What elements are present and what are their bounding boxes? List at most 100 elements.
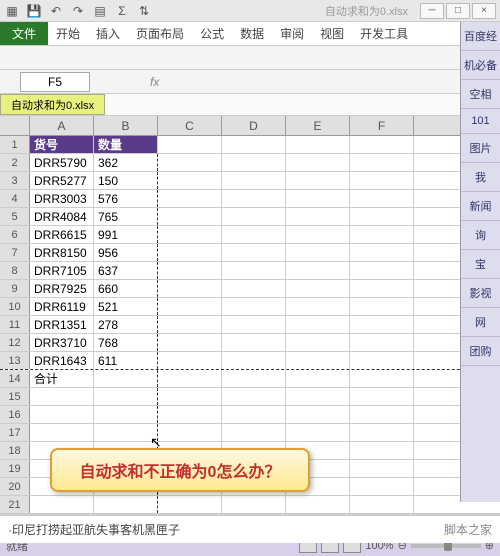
cell[interactable] [222,334,286,351]
cell[interactable]: 150 [94,172,158,189]
cell[interactable] [286,190,350,207]
cell[interactable] [158,136,222,153]
row-header[interactable]: 19 [0,460,30,477]
save-icon[interactable]: 💾 [26,3,42,19]
row-header[interactable]: 12 [0,334,30,351]
table-row[interactable]: 21 [0,496,500,514]
cell[interactable] [30,406,94,423]
sidebar-item[interactable]: 询 [461,221,500,250]
cell[interactable] [94,424,158,441]
row-header[interactable]: 17 [0,424,30,441]
document-tab[interactable]: 自动求和为0.xlsx [0,94,105,115]
maximize-button[interactable]: □ [446,3,470,19]
table-row[interactable]: 6DRR6615991 [0,226,500,244]
cell[interactable] [350,226,414,243]
cell[interactable]: DRR5790 [30,154,94,171]
table-row[interactable]: 17 [0,424,500,442]
sum-icon[interactable]: Σ [114,3,130,19]
cell[interactable] [286,370,350,387]
row-header[interactable]: 11 [0,316,30,333]
cell[interactable] [350,172,414,189]
cell[interactable] [350,424,414,441]
cell[interactable] [222,424,286,441]
sidebar-item[interactable]: 空相 [461,80,500,109]
cell[interactable] [350,190,414,207]
cell[interactable] [286,496,350,513]
cell[interactable] [158,298,222,315]
table-row[interactable]: 2DRR5790362 [0,154,500,172]
table-row[interactable]: 11DRR1351278 [0,316,500,334]
cell[interactable] [222,316,286,333]
cell[interactable] [350,244,414,261]
cell[interactable] [286,154,350,171]
cell[interactable] [350,460,414,477]
sidebar-item[interactable]: 百度经 [461,22,500,51]
cell[interactable]: DRR1351 [30,316,94,333]
table-row[interactable]: 8DRR7105637 [0,262,500,280]
col-d[interactable]: D [222,116,286,135]
cell[interactable]: 956 [94,244,158,261]
cell[interactable] [286,280,350,297]
cell[interactable] [30,424,94,441]
row-header[interactable]: 1 [0,136,30,153]
sidebar-item[interactable]: 影视 [461,279,500,308]
cell[interactable] [350,280,414,297]
cell[interactable] [158,154,222,171]
cell[interactable] [286,406,350,423]
cell[interactable] [158,424,222,441]
tab-formulas[interactable]: 公式 [192,22,232,45]
cell[interactable] [158,280,222,297]
cell[interactable] [286,334,350,351]
cell[interactable] [158,388,222,405]
tab-review[interactable]: 审阅 [272,22,312,45]
cell[interactable] [222,244,286,261]
cell[interactable] [286,298,350,315]
table-row[interactable]: 7DRR8150956 [0,244,500,262]
undo-icon[interactable]: ↶ [48,3,64,19]
table-row[interactable]: 16 [0,406,500,424]
cell[interactable] [222,298,286,315]
cell[interactable] [222,154,286,171]
row-header[interactable]: 9 [0,280,30,297]
cell[interactable] [286,172,350,189]
table-row[interactable]: 4DRR3003576 [0,190,500,208]
row-header[interactable]: 6 [0,226,30,243]
cell[interactable] [286,244,350,261]
row-header[interactable]: 16 [0,406,30,423]
cell[interactable] [158,352,222,369]
cell[interactable] [222,406,286,423]
tab-developer[interactable]: 开发工具 [352,22,416,45]
cell[interactable] [350,388,414,405]
sidebar-item[interactable]: 宝 [461,250,500,279]
cell[interactable] [286,262,350,279]
redo-icon[interactable]: ↷ [70,3,86,19]
fx-label[interactable]: fx [150,75,159,89]
cell[interactable] [350,154,414,171]
minimize-button[interactable]: ─ [420,3,444,19]
cell[interactable] [350,298,414,315]
cell[interactable] [30,496,94,513]
cell[interactable] [158,262,222,279]
table-row[interactable]: 10DRR6119521 [0,298,500,316]
row-header[interactable]: 4 [0,190,30,207]
cell[interactable] [286,424,350,441]
row-header[interactable]: 3 [0,172,30,189]
cell[interactable] [222,352,286,369]
cell[interactable] [158,244,222,261]
cell[interactable]: 991 [94,226,158,243]
cell[interactable]: DRR5277 [30,172,94,189]
cell[interactable] [222,226,286,243]
cell[interactable] [158,190,222,207]
cell[interactable] [222,388,286,405]
cell[interactable]: 521 [94,298,158,315]
cell[interactable] [158,370,222,387]
cell[interactable] [286,352,350,369]
cell[interactable] [222,208,286,225]
row-header[interactable]: 10 [0,298,30,315]
cell[interactable] [158,226,222,243]
tab-data[interactable]: 数据 [232,22,272,45]
select-all-corner[interactable] [0,116,30,135]
cell[interactable]: 576 [94,190,158,207]
cell[interactable] [350,262,414,279]
cell[interactable]: DRR3710 [30,334,94,351]
